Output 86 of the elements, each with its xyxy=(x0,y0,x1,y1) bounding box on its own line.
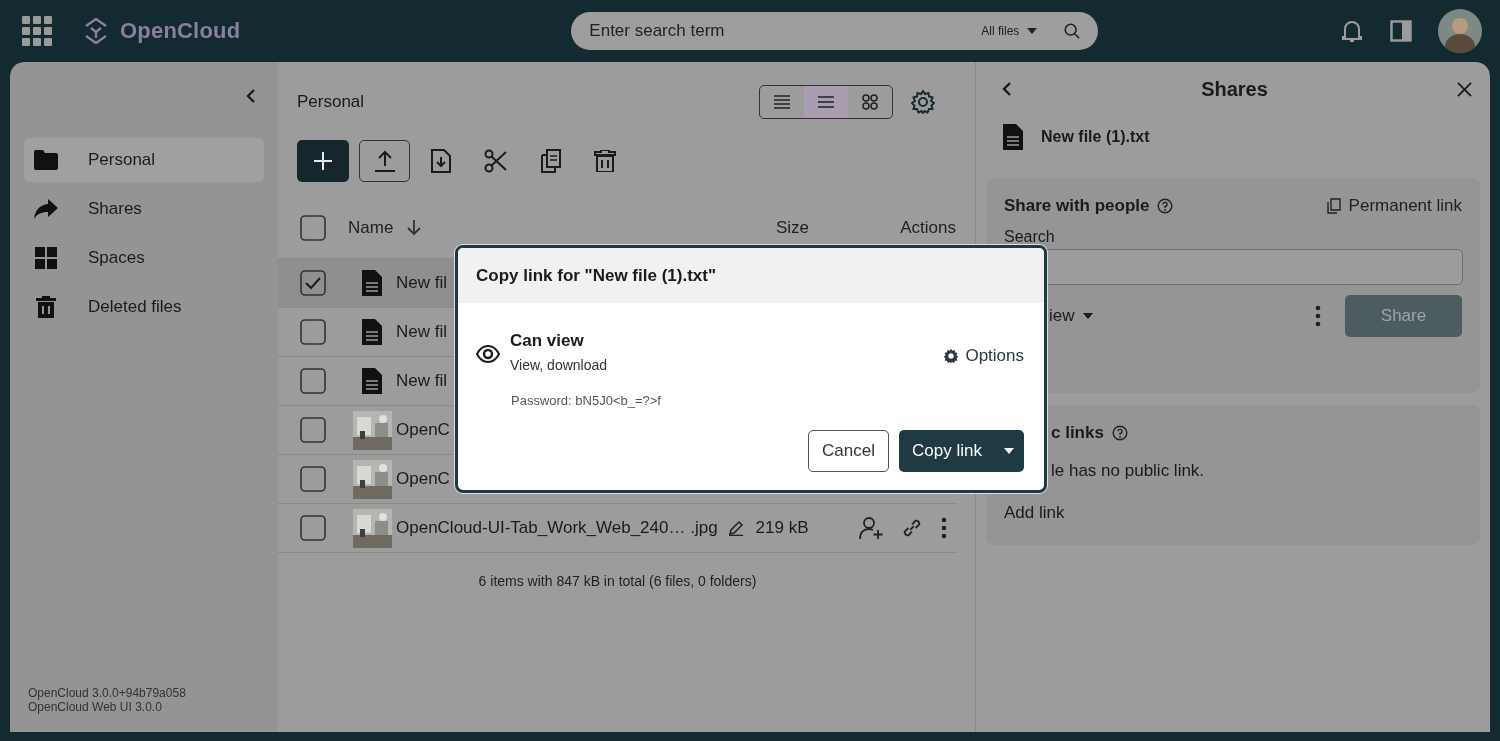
gear-icon xyxy=(943,348,960,364)
column-header: Actions xyxy=(899,218,956,238)
close-icon[interactable] xyxy=(1457,81,1472,97)
checkbox[interactable] xyxy=(300,368,326,394)
back-icon[interactable] xyxy=(1002,81,1012,97)
app-logo-text[interactable]: OpenCloud xyxy=(120,18,241,44)
sidebar-item[interactable]: Deleted files xyxy=(24,285,264,329)
link-icon[interactable] xyxy=(901,517,923,539)
collapse-icon[interactable] xyxy=(246,88,256,104)
role-description: View, download xyxy=(510,357,608,373)
list-icon xyxy=(774,94,790,110)
checkbox[interactable] xyxy=(300,466,326,492)
caret-icon xyxy=(1003,448,1014,454)
more-icon[interactable] xyxy=(1315,305,1321,327)
section-title: Share with people xyxy=(1004,196,1150,216)
settings-icon[interactable] xyxy=(911,90,935,114)
cancel-button[interactable]: Cancel xyxy=(808,430,889,472)
column-header[interactable]: Size xyxy=(776,218,896,238)
trash-icon xyxy=(36,296,56,318)
cut-icon[interactable] xyxy=(484,149,508,173)
folder-icon xyxy=(34,150,58,170)
role-name: Can view xyxy=(510,331,585,351)
field-label: Search xyxy=(1004,228,1056,246)
file-size: 219 kB xyxy=(755,518,809,538)
document-icon xyxy=(362,270,382,296)
file-name[interactable]: OpenC xyxy=(396,469,450,489)
apps-menu-icon[interactable] xyxy=(22,16,52,46)
document-icon xyxy=(362,319,382,345)
checkbox[interactable] xyxy=(300,319,326,345)
options-button[interactable]: Options xyxy=(943,346,1024,366)
new-button[interactable] xyxy=(297,140,349,182)
help-icon[interactable] xyxy=(1111,425,1128,441)
help-icon[interactable] xyxy=(1157,198,1174,214)
column-header[interactable]: Name xyxy=(348,218,394,238)
file-name: New file (1).txt xyxy=(1041,128,1150,146)
search-icon[interactable] xyxy=(1063,22,1082,40)
view-mode-button[interactable] xyxy=(804,86,848,118)
file-name[interactable]: New fil xyxy=(396,322,447,342)
sort-down-icon[interactable] xyxy=(407,220,422,236)
breadcrumb[interactable]: Personal xyxy=(297,92,365,112)
caret-icon xyxy=(1082,313,1093,319)
notifications-icon[interactable] xyxy=(1340,18,1364,44)
delete-icon[interactable] xyxy=(594,150,616,172)
role-dropdown[interactable]: iew xyxy=(1049,306,1093,326)
files-summary: 6 items with 847 kB in total (6 files, 0 folders) xyxy=(477,573,758,589)
logo-icon xyxy=(84,16,108,46)
document-icon xyxy=(1003,124,1023,150)
document-icon xyxy=(362,368,382,394)
copy-icon[interactable] xyxy=(540,149,562,173)
copy-link-button[interactable]: Copy link xyxy=(899,430,1024,472)
more-icon[interactable] xyxy=(941,517,947,539)
sidebar-item[interactable]: Personal xyxy=(24,138,264,182)
file-name[interactable]: OpenCloud-UI-Tab_Work_Web_240… .jpg xyxy=(396,518,718,538)
sidebar-item[interactable]: Spaces xyxy=(24,236,264,280)
version-info: OpenCloud 3.0.0+94b79a058 OpenCloud Web UI 3.0.0 xyxy=(27,686,187,714)
panel-title: Shares xyxy=(1200,77,1269,101)
file-name[interactable]: New fil xyxy=(396,273,447,293)
download-icon[interactable] xyxy=(430,149,452,173)
add-link[interactable]: Add link xyxy=(1004,503,1065,523)
upload-icon xyxy=(373,150,396,172)
password-text: Password: bN5J0<b_=?>f xyxy=(511,393,662,408)
tiles-icon xyxy=(862,94,878,110)
file-name[interactable]: OpenC xyxy=(396,420,450,440)
section-title: c links xyxy=(1051,423,1104,443)
add-user-icon[interactable] xyxy=(859,516,883,540)
checked-checkbox[interactable] xyxy=(300,270,326,296)
avatar-icon[interactable] xyxy=(1438,9,1482,53)
dialog-title: Copy link for "New file (1).txt" xyxy=(458,248,1044,303)
eye-icon xyxy=(476,345,500,363)
search-scope-dropdown[interactable]: All files xyxy=(981,12,1038,50)
caret-icon xyxy=(1027,28,1038,34)
checkbox[interactable] xyxy=(300,215,326,241)
spaces-icon xyxy=(35,247,57,269)
upload-button[interactable] xyxy=(359,140,410,182)
file-name[interactable]: New fil xyxy=(396,371,447,391)
edit-icon[interactable] xyxy=(727,520,744,536)
checkbox[interactable] xyxy=(300,515,326,541)
sidebar-toggle-icon[interactable] xyxy=(1390,20,1412,42)
permanent-link[interactable]: Permanent link xyxy=(1326,196,1462,216)
sidebar-item[interactable]: Shares xyxy=(24,187,264,231)
list-icon xyxy=(818,94,834,110)
empty-message: le has no public link. xyxy=(1051,461,1206,481)
checkbox[interactable] xyxy=(300,417,326,443)
plus-icon xyxy=(314,152,332,170)
share-arrow-icon xyxy=(34,199,58,219)
copy-icon xyxy=(1326,198,1341,214)
